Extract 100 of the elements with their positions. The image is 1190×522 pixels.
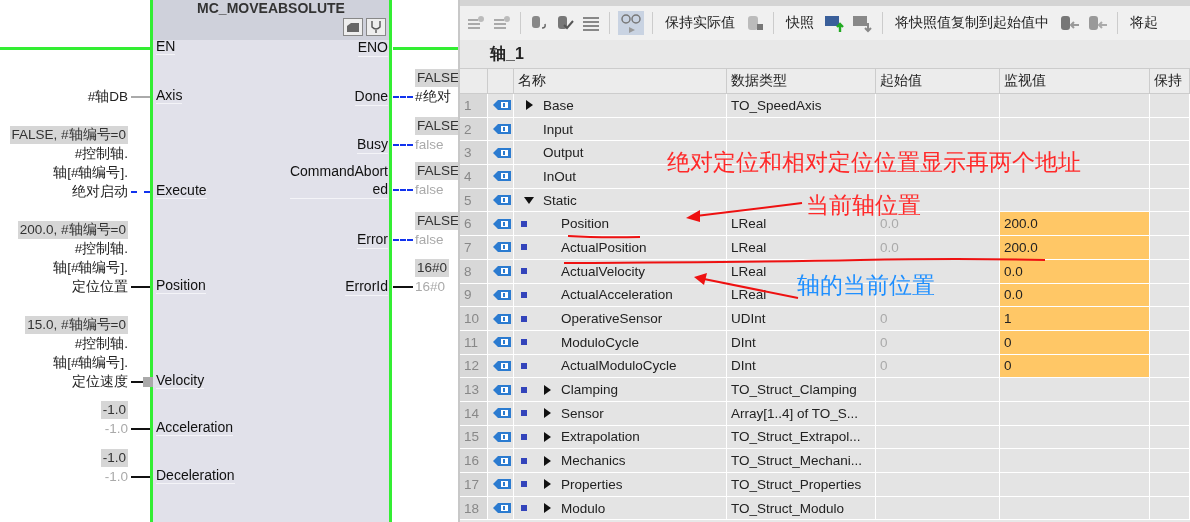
wire bbox=[131, 428, 150, 430]
row-number: 8 bbox=[460, 259, 488, 283]
data-type: LReal bbox=[731, 216, 767, 232]
monitor-value: FALSE bbox=[415, 162, 458, 180]
tag-name: Position bbox=[561, 216, 610, 232]
column-header[interactable]: 数据类型 bbox=[727, 69, 876, 93]
row-number: 14 bbox=[460, 401, 488, 425]
caret-down-icon[interactable] bbox=[524, 196, 534, 204]
tag-icon bbox=[492, 478, 512, 491]
database-arrow-icon[interactable] bbox=[1059, 14, 1081, 32]
caret-right-icon[interactable] bbox=[543, 479, 551, 490]
toolbar-label[interactable]: 快照 bbox=[782, 14, 818, 32]
tag-name: InOut bbox=[543, 168, 577, 184]
wire bbox=[393, 96, 413, 98]
tag-name: Input bbox=[543, 121, 574, 137]
monitor-value: 16#0 bbox=[415, 259, 450, 277]
tag-icon bbox=[492, 312, 512, 325]
tag-name: Extrapolation bbox=[561, 429, 640, 445]
wire bbox=[393, 189, 413, 191]
tag-name: ActualVelocity bbox=[561, 263, 646, 279]
toolbar-label[interactable]: 保持实际值 bbox=[661, 14, 739, 32]
monitor-value: 200.0 bbox=[1004, 216, 1038, 232]
row-number: 7 bbox=[460, 236, 488, 259]
member-icon bbox=[521, 339, 527, 346]
member-icon bbox=[521, 386, 527, 393]
annotation-text: 绝对定位和相对定位位置显示再两个地址 bbox=[667, 148, 1081, 176]
tag-icon bbox=[492, 502, 512, 515]
monitor-value: 0 bbox=[1004, 358, 1012, 374]
pin-label: Execute bbox=[156, 182, 207, 199]
caret-right-icon[interactable] bbox=[543, 455, 551, 466]
column-header[interactable]: 保持 bbox=[1150, 69, 1190, 93]
monitor-value: FALSE bbox=[415, 212, 458, 230]
member-icon bbox=[521, 268, 527, 275]
data-type: DInt bbox=[731, 358, 756, 374]
caret-right-icon[interactable] bbox=[543, 503, 551, 514]
wire bbox=[131, 96, 150, 98]
list-icon[interactable] bbox=[581, 14, 601, 32]
tag-icon bbox=[492, 288, 512, 301]
pin-label: Error bbox=[356, 230, 388, 249]
row-number: 15 bbox=[460, 425, 488, 449]
member-icon bbox=[521, 505, 527, 512]
tag-name: Clamping bbox=[561, 382, 619, 398]
tag-icon bbox=[492, 336, 512, 349]
column-header[interactable]: 名称 bbox=[514, 69, 727, 93]
monitor-value: 200.0, #轴编号=0 bbox=[17, 221, 128, 239]
pin-label: Velocity bbox=[156, 372, 205, 389]
caret-right-icon[interactable] bbox=[543, 431, 551, 442]
row-number: 13 bbox=[460, 378, 488, 401]
start-value: 0.0 bbox=[880, 216, 899, 232]
tag-icon bbox=[492, 265, 512, 278]
operand-text: -1.0 bbox=[104, 420, 128, 438]
operand-text: false bbox=[415, 136, 444, 154]
tag-icon bbox=[492, 430, 512, 443]
pin-label: Position bbox=[156, 277, 206, 294]
member-icon bbox=[521, 410, 527, 417]
database-check-icon[interactable] bbox=[555, 14, 575, 32]
caret-right-icon[interactable] bbox=[525, 100, 533, 111]
operand-text: #绝对 bbox=[415, 88, 451, 106]
operand-text: 定位速度 bbox=[72, 373, 128, 391]
operand-text: -1.0 bbox=[104, 468, 128, 486]
column-header[interactable]: 监视值 bbox=[1000, 69, 1150, 93]
tag-name: ActualAcceleration bbox=[561, 287, 673, 303]
column-header[interactable]: 起始值 bbox=[876, 69, 1000, 93]
wire bbox=[131, 286, 150, 288]
camera-icon[interactable] bbox=[852, 13, 874, 33]
camera-icon[interactable] bbox=[824, 13, 846, 33]
data-type: TO_Struct_Extrapol... bbox=[731, 429, 861, 445]
row-number: 1 bbox=[460, 94, 488, 117]
database-lock-icon[interactable] bbox=[745, 14, 765, 32]
data-type: Array[1..4] of TO_S... bbox=[731, 405, 859, 421]
tag-icon bbox=[492, 407, 512, 420]
tag-name: Mechanics bbox=[561, 453, 626, 469]
annotation-text: 当前轴位置 bbox=[806, 191, 921, 219]
data-type: TO_Struct_Mechani... bbox=[731, 453, 863, 469]
toolbar-label[interactable]: 将快照值复制到起始值中 bbox=[891, 14, 1053, 32]
caret-right-icon[interactable] bbox=[543, 408, 551, 419]
tag-name: Base bbox=[543, 97, 574, 113]
pin-label: Acceleration bbox=[156, 419, 234, 436]
monitor-value: 15.0, #轴编号=0 bbox=[25, 316, 128, 334]
tag-icon bbox=[492, 383, 512, 396]
folder-icon[interactable] bbox=[343, 18, 363, 36]
member-icon bbox=[521, 291, 527, 298]
pin-label: EN bbox=[156, 38, 176, 55]
monitor-value: -1.0 bbox=[100, 449, 128, 467]
wire bbox=[393, 286, 413, 288]
stethoscope-icon[interactable] bbox=[366, 18, 386, 36]
toolbar-label[interactable]: 将起 bbox=[1126, 14, 1162, 32]
database-icon[interactable] bbox=[529, 14, 549, 32]
tag-icon bbox=[492, 241, 512, 254]
tag-icon bbox=[492, 454, 512, 467]
tag-name: Properties bbox=[561, 476, 623, 492]
tag-icon bbox=[492, 359, 512, 372]
glasses-icon[interactable] bbox=[618, 11, 644, 35]
caret-right-icon[interactable] bbox=[543, 384, 551, 395]
operand-text: 16#0 bbox=[415, 278, 446, 296]
block-title: MC_MOVEABSOLUTE bbox=[196, 0, 346, 16]
start-value: 0 bbox=[880, 311, 888, 327]
monitor-value: 0.0 bbox=[1004, 263, 1023, 279]
member-icon bbox=[521, 244, 527, 251]
start-value: 0.0 bbox=[880, 239, 899, 255]
